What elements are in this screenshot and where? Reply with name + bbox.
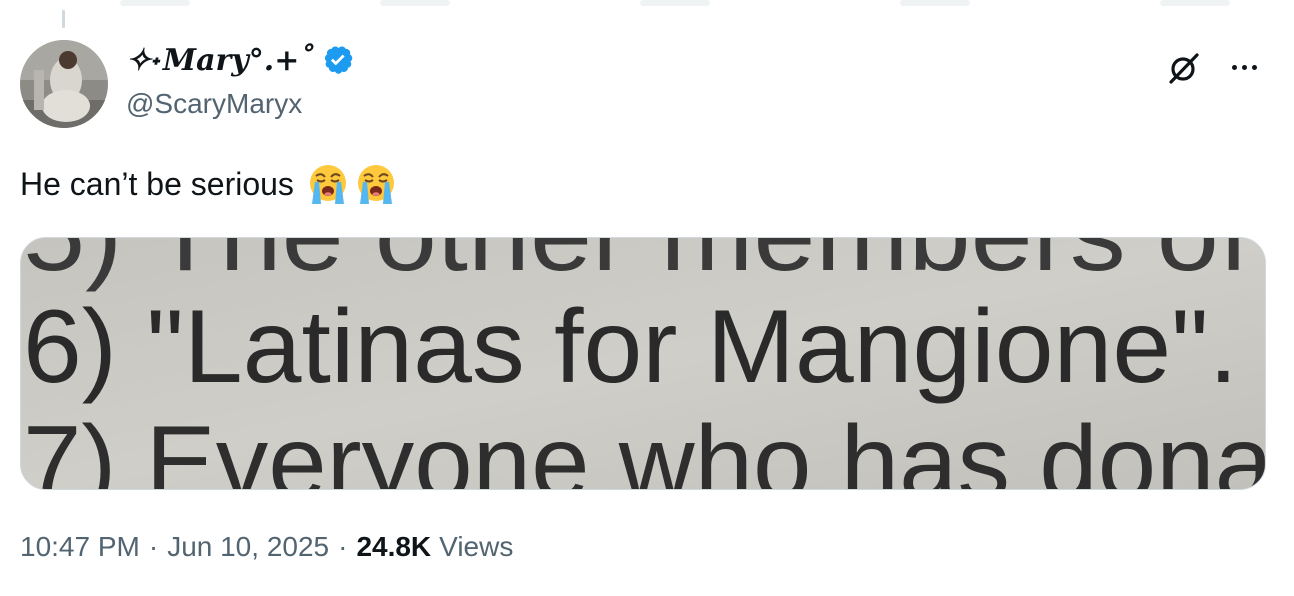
top-divider-fragment — [640, 0, 710, 6]
grok-icon[interactable] — [1166, 50, 1202, 86]
loudly-crying-face-icon — [354, 162, 398, 206]
media-line-2: 6) "Latinas for Mangione". — [23, 289, 1238, 405]
top-divider-fragment — [120, 0, 190, 6]
verified-badge-icon — [320, 42, 356, 78]
tweet-text-row: He can’t be serious — [20, 162, 398, 206]
top-divider-fragment — [380, 0, 450, 6]
tweet-text: He can’t be serious — [20, 165, 294, 202]
author-name-row: ✧˖Mary°.+˚ — [126, 40, 356, 80]
views-label: Views — [439, 531, 514, 562]
meta-separator: · — [338, 531, 348, 562]
more-icon[interactable] — [1222, 52, 1266, 82]
tweet-time[interactable]: 10:47 PM — [20, 531, 140, 563]
display-name[interactable]: ✧˖Mary°.+˚ — [126, 43, 314, 78]
media-line-1: 5) The other members of h — [23, 238, 1265, 293]
thread-line — [62, 10, 65, 28]
tweet-meta: 10:47 PM · Jun 10, 2025 · 24.8K Views — [20, 531, 513, 563]
avatar[interactable] — [20, 40, 108, 128]
loudly-crying-face-icon — [306, 162, 350, 206]
dot — [1251, 64, 1257, 70]
author-handle[interactable]: @ScaryMaryx — [126, 88, 302, 120]
tweet-date[interactable]: Jun 10, 2025 — [167, 531, 329, 563]
top-divider-fragment — [1160, 0, 1230, 6]
tweet-media-image[interactable]: 5) The other members of h 6) "Latinas fo… — [20, 237, 1266, 490]
dot — [1231, 64, 1237, 70]
tweet-emojis — [306, 162, 398, 206]
meta-separator: · — [148, 531, 159, 562]
views-count: 24.8K — [356, 531, 432, 562]
top-divider-fragment — [900, 0, 970, 6]
dot — [1241, 64, 1247, 70]
media-line-3: 7) Everyone who has dona — [23, 405, 1265, 489]
